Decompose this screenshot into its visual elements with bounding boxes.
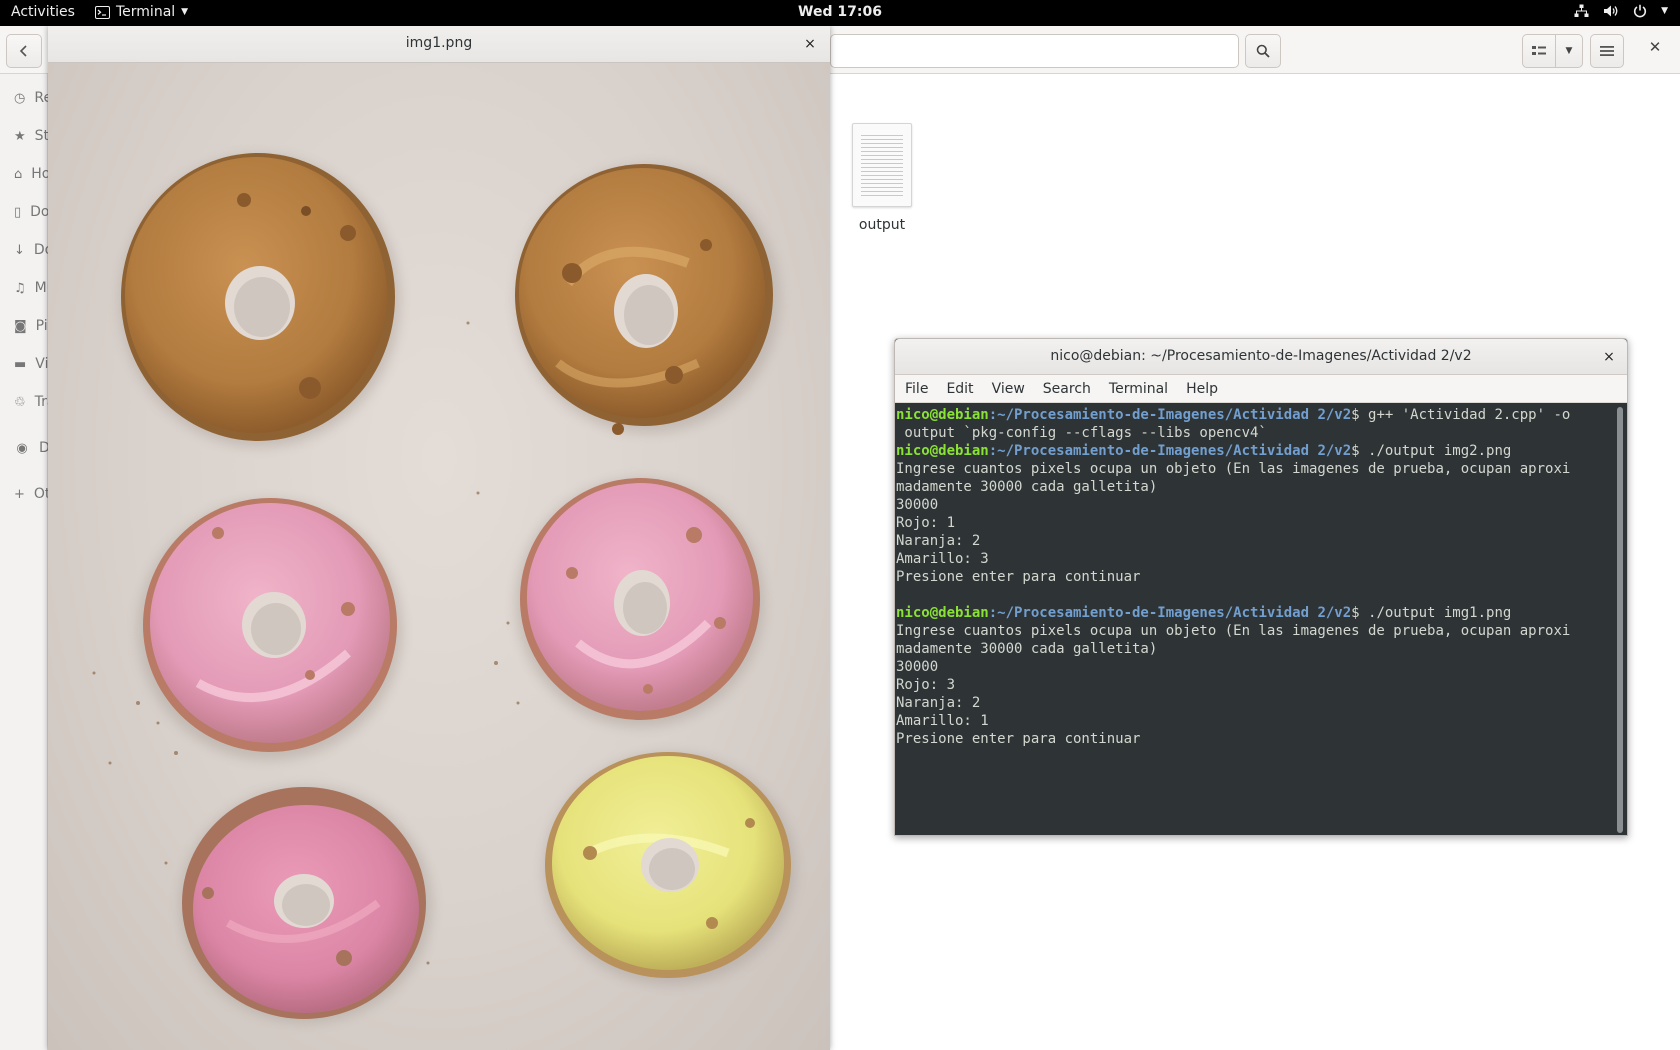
plus-icon: +	[14, 486, 25, 502]
terminal-line: Rojo: 3	[896, 677, 956, 693]
chevron-left-icon	[19, 45, 27, 57]
prompt-path: :~/Procesamiento-de-Imagenes/Actividad 2…	[988, 443, 1352, 459]
terminal-line: madamente 30000 cada galletita)	[896, 479, 1158, 495]
cookie-pink-2	[520, 478, 760, 720]
disk-icon: ◉	[16, 440, 28, 456]
terminal-line: madamente 30000 cada galletita)	[896, 641, 1158, 657]
files-sidebar: ◷Recent ★Starred ⌂Home ▯Documents ↓Downl…	[0, 74, 54, 1050]
app-menu-label: Terminal	[116, 4, 176, 20]
viewer-title: img1.png	[405, 35, 473, 51]
command-text: $ g++ 'Actividad 2.cpp' -o	[1351, 407, 1571, 423]
view-options-button[interactable]: ▼	[1555, 34, 1583, 68]
terminal-line: nico@debian:~/Procesamiento-de-Imagenes/…	[896, 604, 1616, 622]
clock[interactable]: Wed 17:06	[798, 4, 882, 20]
download-icon: ↓	[14, 242, 25, 258]
terminal-line: nico@debian:~/Procesamiento-de-Imagenes/…	[896, 406, 1616, 424]
terminal-title: nico@debian: ~/Procesamiento-de-Imagenes…	[1050, 348, 1472, 364]
terminal-line: nico@debian:~/Procesamiento-de-Imagenes/…	[896, 442, 1616, 460]
search-icon	[1256, 44, 1270, 58]
menu-view[interactable]: View	[990, 379, 1027, 399]
network-icon	[1574, 4, 1589, 17]
prompt-user: nico@debian	[896, 605, 989, 621]
cookies-photo	[92, 153, 796, 1023]
menu-edit[interactable]: Edit	[944, 379, 975, 399]
caret-down-icon: ▼	[1565, 46, 1573, 56]
caret-down-icon: ▼	[181, 7, 189, 17]
terminal-line: Rojo: 1	[896, 515, 956, 531]
terminal-line: Presione enter para continuar	[896, 569, 1141, 585]
caret-down-icon: ▼	[1661, 6, 1668, 16]
view-toggle-button[interactable]	[1522, 34, 1556, 68]
star-icon: ★	[14, 128, 26, 144]
cookie-pink-3	[182, 787, 426, 1019]
hamburger-icon	[1600, 46, 1614, 56]
viewer-titlebar[interactable]: img1.png ×	[48, 26, 830, 63]
image-canvas[interactable]	[48, 63, 830, 1050]
terminal-line: Amarillo: 1	[896, 713, 989, 729]
cookie-pink-1	[143, 498, 397, 752]
prompt-path: :~/Procesamiento-de-Imagenes/Actividad 2…	[988, 605, 1352, 621]
document-icon: ▯	[14, 204, 22, 220]
list-view-icon	[1532, 46, 1546, 55]
viewer-close-button[interactable]: ×	[800, 34, 820, 54]
search-button[interactable]	[1245, 34, 1281, 68]
terminal-line: Naranja: 2	[896, 695, 981, 711]
terminal-line: Presione enter para continuar	[896, 731, 1141, 747]
prompt-user: nico@debian	[896, 407, 989, 423]
camera-icon: ◙	[14, 318, 27, 334]
files-close-button[interactable]: ✕	[1645, 38, 1665, 58]
clock-icon: ◷	[14, 90, 26, 106]
terminal-icon	[95, 5, 110, 19]
prompt-path: :~/Procesamiento-de-Imagenes/Actividad 2…	[988, 407, 1352, 423]
command-text: $ ./output img1.png	[1351, 605, 1512, 621]
terminal-line: 30000	[896, 659, 939, 675]
terminal-line: 30000	[896, 497, 939, 513]
prompt-user: nico@debian	[896, 443, 989, 459]
terminal-line: Naranja: 2	[896, 533, 981, 549]
terminal-menubar: File Edit View Search Terminal Help	[895, 375, 1627, 403]
menu-button[interactable]	[1590, 34, 1624, 68]
file-item-label[interactable]: output	[842, 217, 922, 233]
trash-icon: ♲	[14, 394, 26, 410]
cookie-yellow-1	[545, 752, 791, 978]
back-button[interactable]	[6, 34, 42, 68]
system-tray[interactable]: ▼	[1574, 4, 1668, 18]
location-bar[interactable]	[830, 34, 1239, 68]
menu-terminal[interactable]: Terminal	[1107, 379, 1170, 399]
terminal-titlebar[interactable]: nico@debian: ~/Procesamiento-de-Imagenes…	[895, 339, 1627, 375]
terminal-line: Ingrese cuantos pixels ocupa un objeto (…	[896, 461, 1571, 477]
app-menu[interactable]: Terminal ▼	[95, 4, 188, 20]
power-icon	[1633, 4, 1647, 18]
home-icon: ⌂	[14, 166, 23, 182]
text-file-icon	[861, 132, 903, 198]
menu-search[interactable]: Search	[1041, 379, 1093, 399]
terminal-window: nico@debian: ~/Procesamiento-de-Imagenes…	[894, 338, 1628, 836]
terminal-output[interactable]: nico@debian:~/Procesamiento-de-Imagenes/…	[896, 405, 1616, 835]
clock-container: Wed 17:06	[0, 4, 1680, 20]
terminal-close-button[interactable]: ×	[1599, 347, 1619, 367]
music-icon: ♫	[14, 280, 26, 296]
activities-button[interactable]: Activities	[11, 4, 75, 20]
terminal-line: Amarillo: 3	[896, 551, 989, 567]
gnome-top-bar: Activities Terminal ▼ Wed 17:06 ▼	[0, 0, 1680, 26]
terminal-line: output `pkg-config --cflags --libs openc…	[896, 425, 1267, 441]
video-icon: ▬	[14, 356, 27, 372]
command-text: $ ./output img2.png	[1351, 443, 1512, 459]
menu-file[interactable]: File	[903, 379, 930, 399]
terminal-scrollbar[interactable]	[1617, 407, 1623, 833]
menu-help[interactable]: Help	[1184, 379, 1220, 399]
cookie-brown-1	[121, 153, 395, 441]
file-item-output[interactable]	[852, 123, 912, 207]
image-viewer-window: img1.png ×	[48, 26, 830, 1050]
volume-icon	[1604, 5, 1618, 17]
terminal-line: Ingrese cuantos pixels ocupa un objeto (…	[896, 623, 1571, 639]
